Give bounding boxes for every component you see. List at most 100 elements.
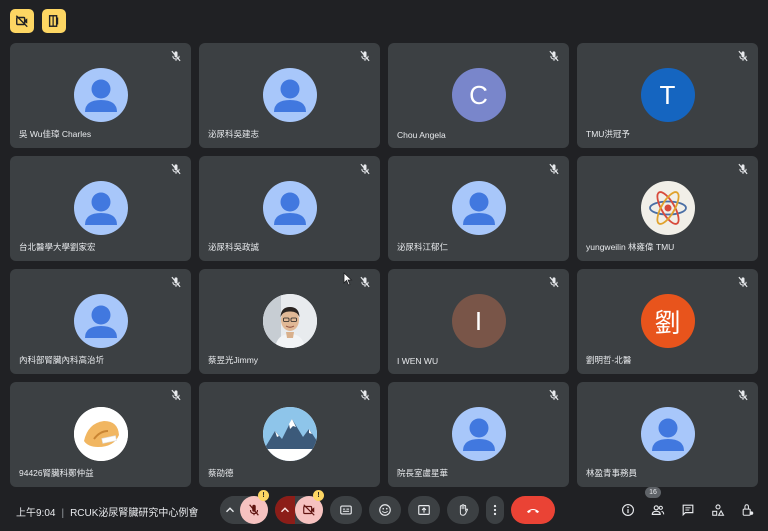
participant-name: TMU洪冠予 [586, 129, 630, 139]
avatar-initial: 劉 [654, 307, 681, 338]
participant-avatar: 劉 [640, 294, 695, 348]
mic-muted-icon [738, 389, 748, 401]
profile-photo-image [262, 294, 317, 348]
meeting-details-button[interactable] [620, 502, 636, 518]
mic-muted-icon [549, 50, 559, 62]
participant-name: 吳 Wu佳璋 Charles [19, 129, 92, 139]
participant-avatar [262, 181, 317, 235]
avatar-initial: C [469, 79, 488, 110]
info-icon [622, 504, 634, 516]
participant-tile[interactable]: T TMU洪冠予 [577, 43, 758, 148]
leave-call-button[interactable] [511, 496, 555, 524]
participant-tile[interactable]: 94426腎臟科鄭仲益 [10, 382, 191, 487]
camera-warning-badge: ! [313, 490, 324, 501]
mic-muted-icon [549, 163, 559, 175]
fortune-cookie-image [73, 407, 128, 461]
participant-tile[interactable]: 內科部腎臟內科高治圻 [10, 269, 191, 374]
participant-avatar [451, 181, 506, 235]
mic-muted-icon [171, 389, 181, 401]
participant-tile[interactable]: 泌尿科吳政誠 [199, 156, 380, 261]
participant-name: 蔡劭德 [208, 468, 234, 478]
mic-muted-icon [360, 276, 370, 288]
mic-muted-icon [738, 276, 748, 288]
participant-name: 台北醫學大學劉家宏 [19, 242, 96, 252]
participant-name: Chou Angela [397, 130, 446, 140]
participant-avatar [73, 181, 128, 235]
host-controls-button[interactable] [740, 502, 756, 518]
participant-name: 94426腎臟科鄭仲益 [19, 468, 94, 478]
reactions-button[interactable] [369, 496, 401, 524]
call-controls: ! ! [220, 490, 555, 524]
participant-name: 內科部腎臟內科高治圻 [19, 355, 105, 365]
camera-off-icon [303, 504, 315, 516]
default-person-icon [84, 79, 117, 112]
activities-icon [712, 504, 725, 516]
default-person-icon [462, 192, 495, 225]
activities-button[interactable] [710, 502, 726, 518]
participant-tile[interactable]: yungweilin 林雍偉 TMU [577, 156, 758, 261]
participant-tile[interactable]: 吳 Wu佳璋 Charles [10, 43, 191, 148]
default-person-icon [273, 192, 306, 225]
participant-avatar: C [451, 68, 506, 122]
chat-icon [682, 504, 694, 517]
mic-muted-icon [360, 163, 370, 175]
mic-muted-icon [738, 50, 748, 62]
layout-icon[interactable] [42, 9, 66, 33]
participant-tile[interactable]: 院長室盧星華 [388, 382, 569, 487]
participant-name: I WEN WU [397, 356, 439, 366]
more-options-button[interactable] [486, 496, 504, 524]
raise-hand-button[interactable] [447, 496, 479, 524]
side-panel-icons: 16 [620, 487, 756, 518]
participant-tile[interactable]: C Chou Angela [388, 43, 569, 148]
mic-off-icon [249, 504, 259, 516]
participant-avatar [73, 68, 128, 122]
default-person-icon [462, 418, 495, 451]
meeting-time: 上午9:04 [16, 508, 56, 519]
mouse-cursor-icon [343, 272, 353, 286]
participant-avatar [262, 294, 317, 348]
mic-warning-badge: ! [258, 490, 269, 501]
participant-tile[interactable]: I I WEN WU [388, 269, 569, 374]
avatar-initial: T [659, 79, 676, 110]
end-call-icon [527, 509, 539, 513]
participant-tile[interactable]: 劉劉明哲-北醫 [577, 269, 758, 374]
top-bar [10, 9, 66, 33]
chat-button[interactable] [680, 502, 696, 518]
mic-muted-icon [171, 50, 181, 62]
participant-tile[interactable]: 林盈青事務員 [577, 382, 758, 487]
camera-options-button[interactable] [275, 496, 295, 524]
more-vert-icon [493, 504, 497, 516]
participant-name: 泌尿科吳政誠 [208, 242, 260, 252]
present-screen-icon [418, 505, 430, 515]
participant-grid: 吳 Wu佳璋 Charles 泌尿科吳建志 C Chou Angela T TMU洪冠予台… [10, 43, 760, 489]
participant-avatar [73, 407, 128, 461]
participant-name: 林盈青事務員 [586, 468, 638, 478]
participant-tile[interactable]: 蔡劭德 [199, 382, 380, 487]
participant-tile[interactable]: 泌尿科江郁仁 [388, 156, 569, 261]
captions-button[interactable] [330, 496, 362, 524]
camera-control: ! [275, 490, 324, 524]
hide-self-icon[interactable] [10, 9, 34, 33]
participant-name: 劉明哲-北醫 [586, 355, 632, 365]
mic-options-button[interactable] [220, 496, 240, 524]
default-person-icon [84, 305, 117, 338]
mic-muted-icon [738, 163, 748, 175]
emoji-icon [379, 504, 391, 516]
participant-tile[interactable]: 泌尿科吳建志 [199, 43, 380, 148]
default-person-icon [273, 79, 306, 112]
participant-avatar [73, 294, 128, 348]
people-count-badge: 16 [645, 487, 661, 498]
participant-avatar [262, 407, 317, 461]
atom-avatar-image [648, 191, 687, 225]
present-screen-button[interactable] [408, 496, 440, 524]
people-icon [651, 505, 665, 515]
meeting-info: 上午9:04 | RCUK泌尿腎臟研究中心例會 [16, 504, 198, 519]
people-button[interactable]: 16 [645, 487, 666, 518]
mic-muted-icon [360, 50, 370, 62]
participant-avatar: T [640, 68, 695, 122]
participant-name: 泌尿科江郁仁 [397, 242, 449, 252]
mountain-avatar-image [262, 407, 317, 461]
mic-muted-icon [549, 389, 559, 401]
participant-tile[interactable]: 台北醫學大學劉家宏 [10, 156, 191, 261]
mic-muted-icon [171, 163, 181, 175]
